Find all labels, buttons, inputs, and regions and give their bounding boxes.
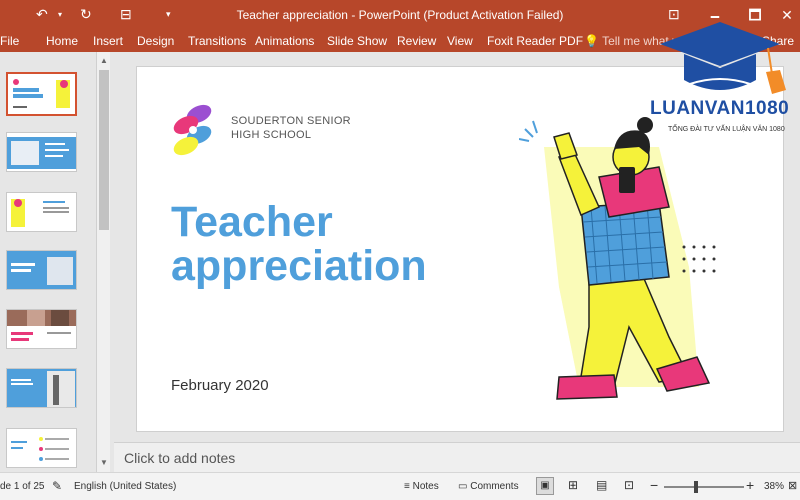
teacher-illustration [519, 117, 716, 400]
scroll-up-icon[interactable]: ▲ [97, 54, 111, 68]
spellcheck-icon[interactable]: ✎ [52, 479, 62, 493]
comments-icon: ▭ [458, 481, 471, 492]
zoom-in-icon[interactable]: + [746, 477, 754, 493]
slide-1-preview [13, 79, 70, 108]
slide-sorter-view-icon[interactable]: ⊞ [568, 478, 578, 492]
school-logo [173, 104, 212, 156]
tab-home[interactable]: Home [46, 34, 78, 48]
notes-placeholder: Click to add notes [124, 450, 236, 466]
tab-foxit-reader-pdf[interactable]: Foxit Reader PDF [487, 34, 583, 48]
comments-button[interactable]: ▭ Comments [458, 481, 519, 492]
watermark-tagline: TỔNG ĐÀI TƯ VẤN LUẬN VĂN 1080 [668, 126, 785, 133]
tab-slide-show[interactable]: Slide Show [327, 34, 387, 48]
slide-4-preview [7, 251, 76, 289]
scroll-down-icon[interactable]: ▼ [97, 456, 111, 470]
zoom-level[interactable]: 38% [764, 481, 784, 492]
tab-insert[interactable]: Insert [93, 34, 123, 48]
watermark-logo [660, 22, 786, 94]
slide-5-preview [7, 310, 76, 341]
slide-date[interactable]: February 2020 [171, 377, 269, 394]
slide-6-preview [7, 369, 76, 407]
slide-thumbnail-1[interactable] [6, 72, 77, 116]
slide-thumbnail-3[interactable] [6, 192, 77, 232]
slide-show-view-icon[interactable]: ⊡ [624, 478, 634, 492]
slide-thumbnail-5[interactable] [6, 309, 77, 349]
notes-button-label: Notes [412, 481, 439, 492]
zoom-slider-thumb[interactable] [694, 481, 698, 493]
slide-title[interactable]: Teacher appreciation [171, 200, 427, 288]
tab-view[interactable]: View [447, 34, 473, 48]
slide-title-line-2: appreciation [171, 242, 427, 290]
tab-transitions[interactable]: Transitions [188, 34, 246, 48]
notes-button[interactable]: ≡ Notes [404, 481, 439, 492]
slide-thumbnail-4[interactable] [6, 250, 77, 290]
tab-file[interactable]: File [0, 34, 19, 48]
language-indicator[interactable]: English (United States) [74, 481, 176, 492]
notes-pane[interactable]: Click to add notes [114, 442, 800, 472]
slide-title-line-1: Teacher [171, 198, 333, 246]
tab-review[interactable]: Review [397, 34, 436, 48]
slide-thumbnail-2[interactable] [6, 132, 77, 172]
school-name-line-2: HIGH SCHOOL [231, 129, 312, 141]
scrollbar-thumb[interactable] [99, 70, 109, 230]
reading-view-icon[interactable]: ▤ [596, 478, 607, 492]
slide-3-preview [11, 199, 69, 227]
lightbulb-icon: 💡 [584, 34, 599, 48]
zoom-out-icon[interactable]: − [650, 477, 658, 493]
status-bar: de 1 of 25 ✎ English (United States) ≡ N… [0, 472, 800, 500]
thumbnail-scrollbar[interactable]: ▲ ▼ [96, 52, 110, 472]
slide-counter: de 1 of 25 [0, 481, 45, 492]
school-name-line-1: SOUDERTON SENIOR [231, 115, 351, 127]
watermark-brand: LUANVAN1080 [650, 98, 790, 119]
fit-to-window-icon[interactable]: ⊠ [788, 479, 797, 492]
zoom-slider[interactable] [664, 486, 744, 488]
notes-icon: ≡ [404, 481, 413, 492]
slide-2-preview [7, 137, 76, 169]
slide-thumbnail-7[interactable] [6, 428, 77, 468]
tab-design[interactable]: Design [137, 34, 174, 48]
slide-thumbnail-6[interactable] [6, 368, 77, 408]
normal-view-icon[interactable]: ▣ [536, 477, 554, 495]
tab-animations[interactable]: Animations [255, 34, 314, 48]
comments-button-label: Comments [470, 481, 519, 492]
slide-7-preview [11, 437, 69, 461]
